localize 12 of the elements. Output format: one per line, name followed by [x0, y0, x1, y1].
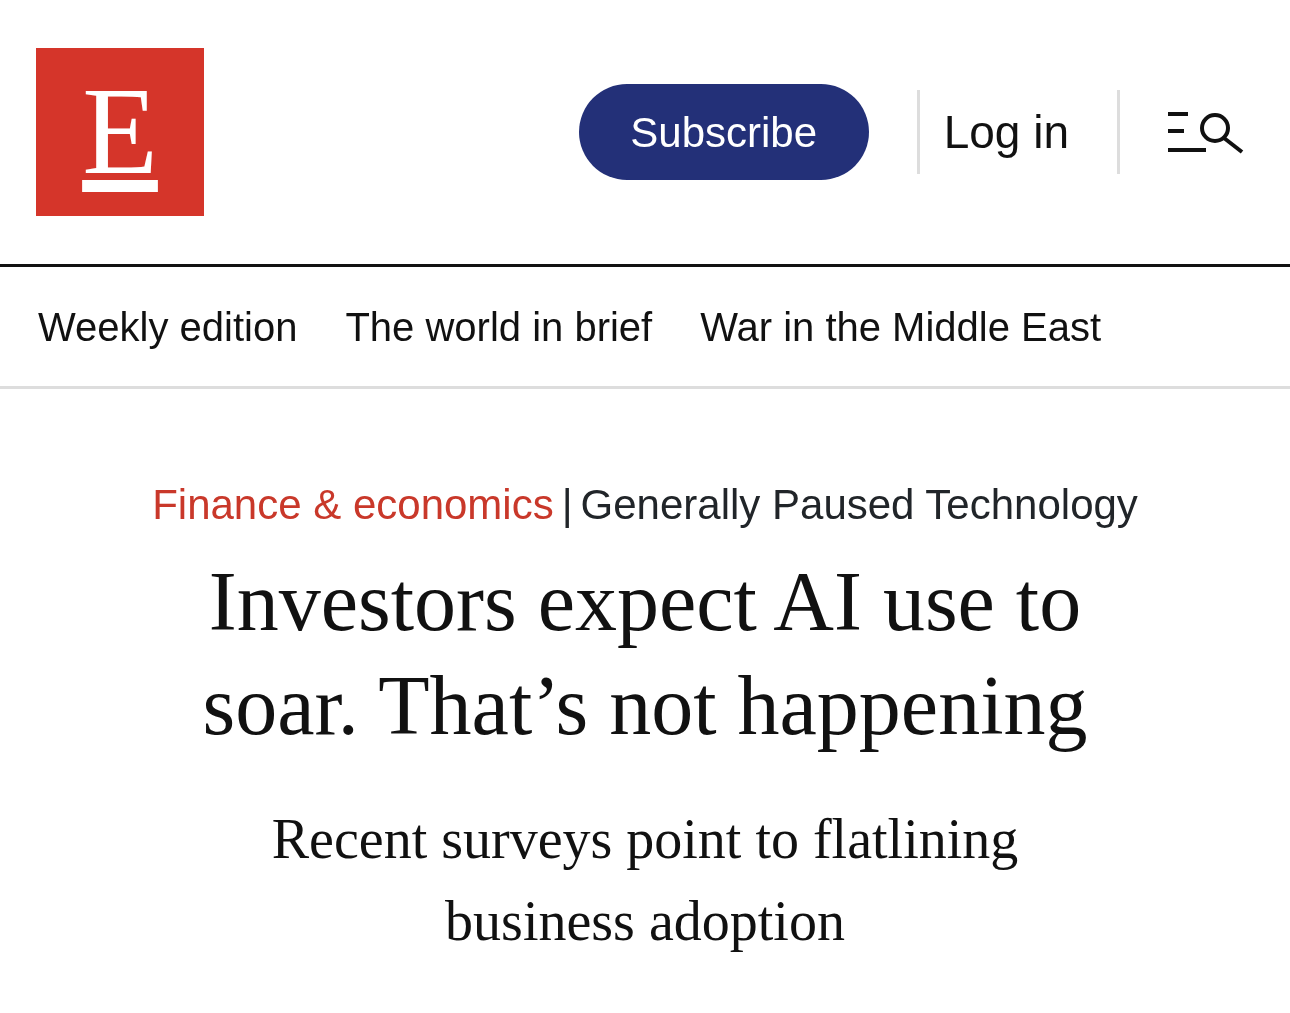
- subheadline: Recent surveys point to flatlining business adoption: [270, 807, 1020, 954]
- separator: |: [561, 480, 573, 530]
- login-link[interactable]: Log in: [943, 97, 1069, 167]
- headline: Investors expect AI use to soar. That’s not happening: [201, 554, 1089, 754]
- column-label: Generally Paused Technology: [580, 480, 1138, 530]
- nav-link[interactable]: War in the Middle East: [700, 296, 1102, 357]
- nav-link[interactable]: Weekly edition: [38, 296, 298, 357]
- nav-link[interactable]: The world in brief: [345, 296, 653, 357]
- subscribe-button[interactable]: Subscribe: [578, 84, 869, 180]
- menu-search-icon[interactable]: [1168, 110, 1244, 154]
- logo[interactable]: E: [36, 48, 204, 216]
- section-link[interactable]: Finance & economics: [152, 473, 554, 536]
